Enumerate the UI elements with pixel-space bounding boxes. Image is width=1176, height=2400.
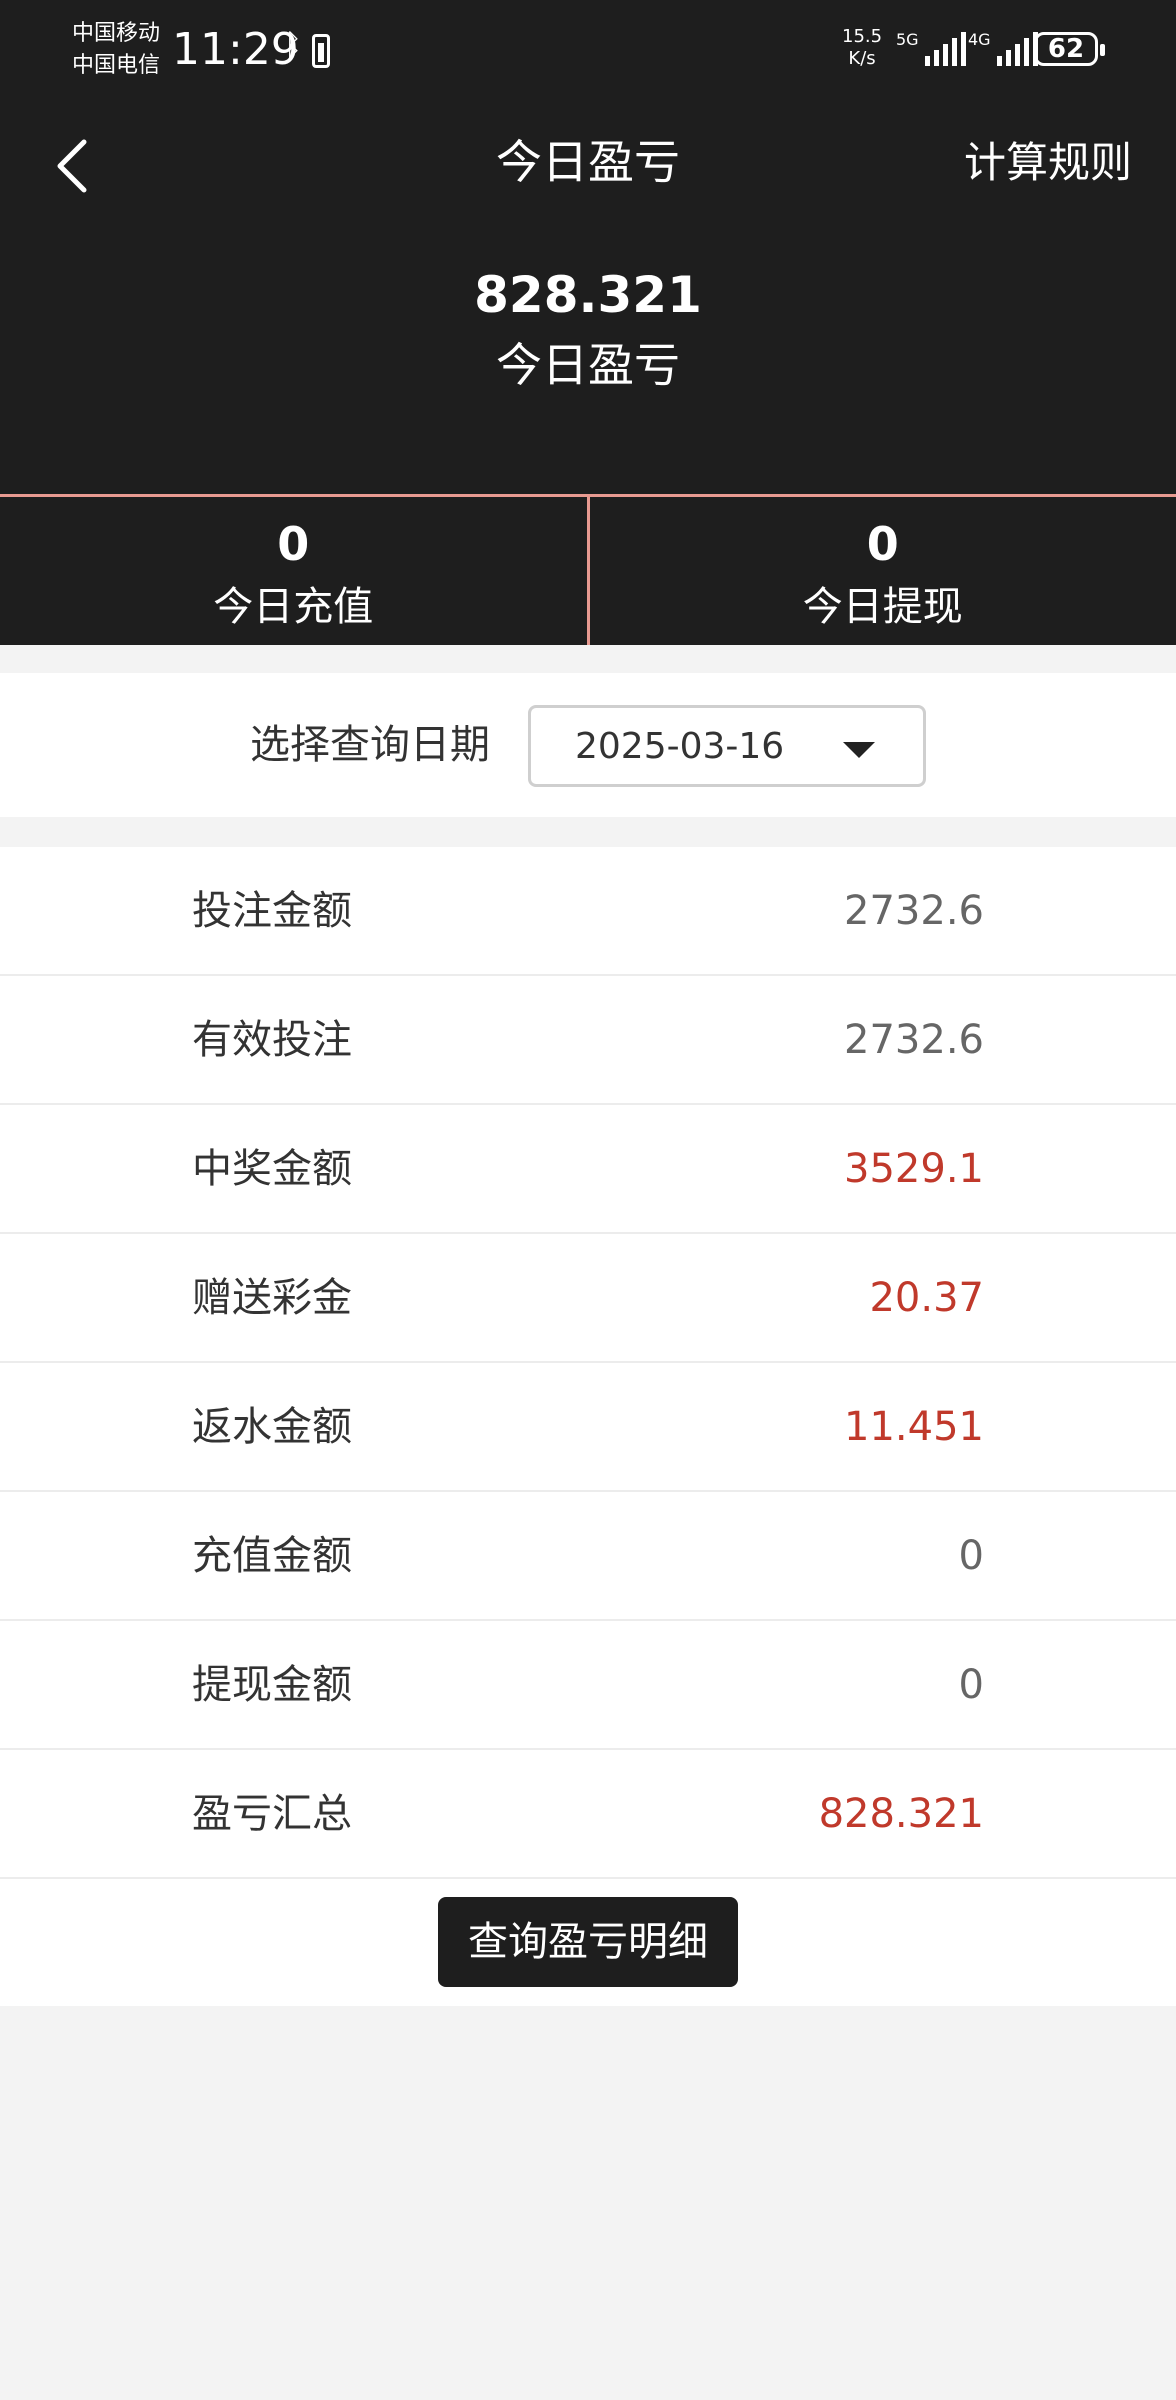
carriers: 中国移动 中国电信: [72, 18, 160, 82]
row-bet-amount: 投注金额 2732.6: [0, 847, 1176, 976]
row-label: 返水金额: [192, 1404, 352, 1450]
row-recharge-amount: 充值金额 0: [0, 1492, 1176, 1621]
row-bonus: 赠送彩金 20.37: [0, 1234, 1176, 1363]
row-label: 投注金额: [192, 888, 352, 934]
button-area: 查询盈亏明细: [0, 1879, 1176, 2006]
caret-down-icon: [843, 742, 875, 758]
query-profit-detail-button[interactable]: 查询盈亏明细: [438, 1897, 738, 1987]
row-label: 提现金额: [192, 1662, 352, 1708]
row-value: 0: [958, 1662, 984, 1708]
net-speed-unit: K/s: [848, 48, 876, 69]
row-value: 20.37: [869, 1275, 984, 1321]
vibrate-battery-icon: [312, 34, 330, 68]
net-speed-value: 15.5: [842, 26, 883, 47]
bluetooth-icon: ᛒ: [284, 28, 302, 63]
battery-icon: 62: [1034, 32, 1105, 66]
row-value: 0: [958, 1533, 984, 1579]
stat-withdraw-label: 今日提现: [802, 584, 963, 630]
status-time: 11:29: [172, 24, 299, 75]
date-select-value: 2025-03-16: [575, 726, 785, 767]
stat-withdraw-value: 0: [866, 517, 899, 571]
calculation-rules-link[interactable]: 计算规则: [964, 136, 1132, 190]
signal-4g-icon: 4G: [968, 30, 1038, 66]
row-label: 有效投注: [192, 1017, 352, 1063]
profit-summary: 828.321 今日盈亏: [0, 224, 1176, 494]
stat-recharge-value: 0: [277, 517, 310, 571]
row-profit-total: 盈亏汇总 828.321: [0, 1750, 1176, 1879]
date-filter-label: 选择查询日期: [250, 722, 490, 768]
row-value: 828.321: [818, 1791, 984, 1837]
row-valid-bet: 有效投注 2732.6: [0, 976, 1176, 1105]
stat-recharge: 0 今日充值: [0, 497, 587, 645]
header-area: 中国移动 中国电信 11:29 ᛒ 15.5 K/s 5G 4G 62 今日盈亏…: [0, 0, 1176, 645]
row-label: 中奖金额: [192, 1146, 352, 1192]
row-label: 赠送彩金: [192, 1275, 352, 1321]
signal-5g-label: 5G: [896, 30, 919, 49]
today-profit-label: 今日盈亏: [496, 338, 680, 392]
row-label: 充值金额: [192, 1533, 352, 1579]
row-withdraw-amount: 提现金额 0: [0, 1621, 1176, 1750]
date-select[interactable]: 2025-03-16: [528, 705, 926, 787]
signal-4g-label: 4G: [968, 30, 991, 49]
row-label: 盈亏汇总: [192, 1791, 352, 1837]
row-value: 2732.6: [844, 888, 984, 934]
row-rebate: 返水金额 11.451: [0, 1363, 1176, 1492]
today-profit-value: 828.321: [474, 266, 702, 324]
carrier-2: 中国电信: [72, 53, 161, 78]
stat-withdraw: 0 今日提现: [590, 497, 1176, 645]
stat-recharge-label: 今日充值: [213, 584, 374, 630]
net-speed: 15.5 K/s: [842, 26, 882, 70]
carrier-1: 中国移动: [72, 21, 161, 46]
nav-bar: 今日盈亏 计算规则: [0, 100, 1176, 224]
row-value: 2732.6: [844, 1017, 984, 1063]
row-win-amount: 中奖金额 3529.1: [0, 1105, 1176, 1234]
stats-row: 0 今日充值 0 今日提现: [0, 497, 1176, 645]
row-value: 11.451: [844, 1404, 984, 1450]
status-bar: 中国移动 中国电信 11:29 ᛒ 15.5 K/s 5G 4G 62: [0, 0, 1176, 100]
signal-5g-icon: 5G: [896, 30, 966, 66]
row-value: 3529.1: [844, 1146, 984, 1192]
date-filter: 选择查询日期 2025-03-16: [0, 673, 1176, 817]
profit-table: 投注金额 2732.6 有效投注 2732.6 中奖金额 3529.1 赠送彩金…: [0, 847, 1176, 2006]
battery-level: 62: [1047, 34, 1085, 64]
